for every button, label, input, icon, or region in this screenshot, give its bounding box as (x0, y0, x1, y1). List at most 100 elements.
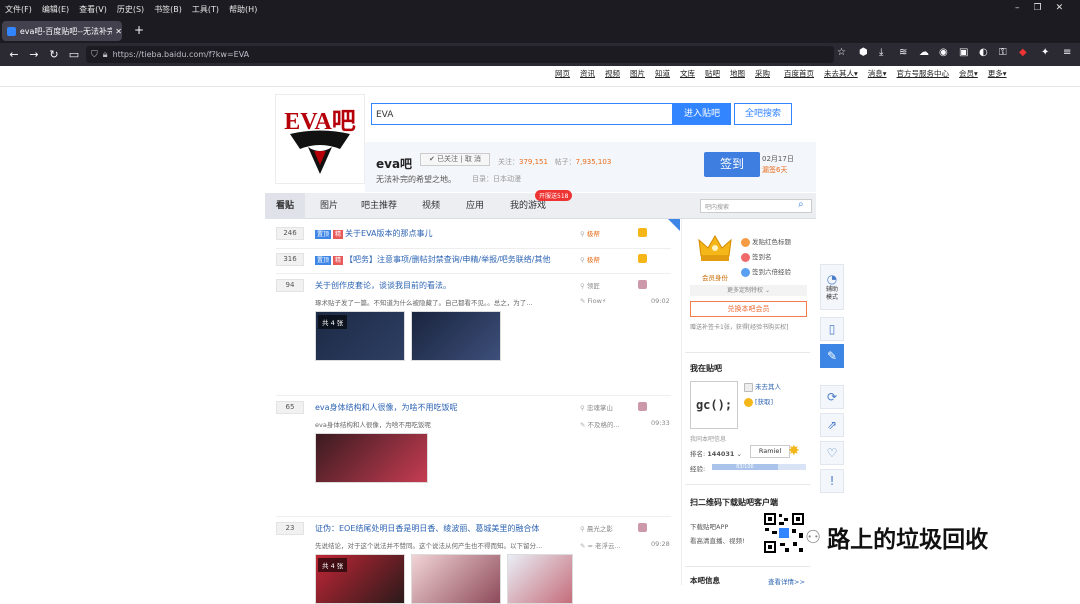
browser-tab[interactable]: eva吧-百度贴吧--无法补完 ✕ (2, 21, 122, 41)
author-name[interactable]: 领匠 (587, 282, 600, 290)
ext-a-icon[interactable]: ◉ (939, 47, 948, 58)
post-thumbnail[interactable] (411, 311, 501, 361)
extensions-icon[interactable]: ✦ (1041, 47, 1049, 58)
new-tab-button[interactable]: + (134, 23, 144, 37)
top-link[interactable]: 未去其人▾ (824, 68, 858, 82)
top-link[interactable]: 会员▾ (959, 68, 978, 82)
enter-bar-button[interactable]: 进入贴吧 (673, 103, 731, 125)
tab-video[interactable]: 视频 (411, 193, 451, 219)
redeem-vip-button[interactable]: 兑换本吧会员 (690, 301, 807, 317)
post-thumbnail[interactable] (507, 554, 573, 604)
maximize-button[interactable]: ❐ (1034, 3, 1042, 13)
ext-cloud-icon[interactable]: ☁ (919, 47, 929, 58)
top-link[interactable]: 贴吧 (705, 68, 720, 82)
post-thumbnail[interactable] (315, 433, 428, 483)
mobile-button[interactable]: ▯ (820, 317, 844, 341)
top-link[interactable]: 采购 (755, 68, 770, 82)
ext-wave-icon[interactable]: ≋ (899, 47, 907, 58)
url-bar[interactable]: ⛉ 🔒︎ https://tieba.baidu.com/f?kw=EVA (86, 46, 834, 63)
ext-red-icon[interactable]: ◆ (1019, 47, 1027, 58)
post-author[interactable]: ⚲ 极帮 (580, 228, 600, 238)
post-title[interactable]: 证伪：EOE结尾处明日香是明日香、绫波丽、葛城美里的融合体 (315, 523, 539, 534)
vip-label[interactable]: 会员身份 (702, 272, 728, 282)
post-thumbnail[interactable]: 共 4 张 (315, 554, 405, 604)
author-name[interactable]: 忠魂掌山 (587, 404, 613, 412)
bookmark-star-icon[interactable]: ☆ (837, 47, 846, 58)
report-button[interactable]: ! (820, 469, 844, 493)
reload-icon[interactable]: ↻ (44, 48, 64, 61)
post-title-text[interactable]: 关于创作皮套论，谈谈我目前的看法。 (315, 281, 451, 290)
post-title-text[interactable]: 关于EVA版本的那点事儿 (345, 229, 433, 238)
ext-c-icon[interactable]: ◐ (979, 47, 988, 58)
sign-streak[interactable]: 漏签6天 (762, 165, 794, 176)
post-title[interactable]: 置顶精关于EVA版本的那点事儿 (315, 228, 433, 239)
post-author[interactable]: ⚲ 领匠 (580, 280, 600, 290)
post-title[interactable]: eva身体结构和人很像，为啥不用吃饭呢 (315, 402, 458, 413)
sign-in-button[interactable]: 签到 (704, 152, 760, 177)
ext-key-icon[interactable]: ⚿ (999, 47, 1007, 58)
minimize-button[interactable]: – (1015, 3, 1020, 13)
user-name[interactable]: 未去其人 (744, 381, 781, 392)
search-all-button[interactable]: 全吧搜索 (734, 103, 792, 125)
menu-icon[interactable]: ≡ (1063, 47, 1071, 58)
qr-code-icon[interactable] (763, 512, 805, 554)
close-window-button[interactable]: ✕ (1056, 3, 1064, 13)
coin-item[interactable]: [获取] (744, 396, 773, 407)
post-author[interactable]: ⚲ 极帮 (580, 254, 600, 264)
user-avatar[interactable]: gc(); (690, 381, 738, 429)
dir-value[interactable]: 日本动漫 (493, 175, 521, 183)
last-reply-user[interactable]: = 老浮云... (588, 542, 621, 550)
refresh-button[interactable]: ⟳ (820, 385, 844, 409)
download-icon[interactable]: ⤓ (879, 47, 883, 58)
forum-logo[interactable]: EVA吧 (275, 94, 365, 184)
post-title-text[interactable]: 证伪：EOE结尾处明日香是明日香、绫波丽、葛城美里的融合体 (315, 524, 539, 533)
author-name[interactable]: 极帮 (587, 256, 600, 264)
menu-item[interactable]: 查看(V) (74, 4, 112, 15)
top-link[interactable]: 资讯 (580, 68, 595, 82)
back-icon[interactable]: ← (4, 48, 24, 61)
top-link[interactable]: 百度首页 (784, 68, 814, 82)
search-input[interactable]: EVA (371, 103, 673, 125)
assist-mode-button[interactable]: ◔ 辅助 模式 (820, 264, 844, 310)
post-thumbnail[interactable] (411, 554, 501, 604)
tab-images[interactable]: 图片 (309, 193, 349, 219)
share-button[interactable]: ⇗ (820, 413, 844, 437)
menu-item[interactable]: 文件(F) (0, 4, 37, 15)
top-link[interactable]: 官方号服务中心 (897, 68, 950, 82)
post-title-text[interactable]: 【吧务】注意事项/删帖封禁查询/申精/举报/吧务联络/其他 (345, 255, 550, 264)
tab-apps[interactable]: 应用 (455, 193, 495, 219)
top-link[interactable]: 知道 (655, 68, 670, 82)
post-author[interactable]: ⚲ 忠魂掌山 (580, 402, 613, 412)
more-privileges-link[interactable]: 更多定制特权 ⌄ (690, 285, 807, 296)
top-link[interactable]: 文库 (680, 68, 695, 82)
search-icon[interactable]: ⌕ (798, 199, 804, 210)
top-link[interactable]: 消息▾ (868, 68, 887, 82)
pages-icon[interactable]: ▭ (64, 48, 84, 61)
top-link[interactable]: 网页 (555, 68, 570, 82)
new-post-button[interactable]: ✎ (820, 344, 844, 368)
menu-item[interactable]: 历史(S) (112, 4, 149, 15)
post-title[interactable]: 置顶精【吧务】注意事项/删帖封禁查询/申精/举报/吧务联络/其他 (315, 254, 551, 265)
post-thumbnail[interactable]: 共 4 张 (315, 311, 405, 361)
menu-item[interactable]: 书签(B) (149, 4, 187, 15)
author-name[interactable]: 晨光之影 (587, 525, 613, 533)
ublock-icon[interactable]: ⬢ (859, 47, 868, 58)
rank-dropdown-icon[interactable]: ⌄ (737, 450, 742, 458)
last-reply[interactable]: ✎ = 老浮云... (580, 540, 621, 550)
favorite-button[interactable]: ♡ (820, 441, 844, 465)
last-reply-user[interactable]: 不及格的... (588, 421, 620, 429)
follow-button[interactable]: ✔ 已关注 | 取 消 (420, 153, 490, 166)
menu-item[interactable]: 编辑(E) (37, 4, 74, 15)
author-name[interactable]: 极帮 (587, 230, 600, 238)
tab-recommended[interactable]: 吧主推荐 (353, 193, 405, 219)
post-title-text[interactable]: eva身体结构和人很像，为啥不用吃饭呢 (315, 403, 458, 412)
post-author[interactable]: ⚲ 晨光之影 (580, 523, 613, 533)
forward-icon[interactable]: → (24, 48, 44, 61)
bar-search-input[interactable]: 吧内搜索 (700, 199, 812, 213)
top-link[interactable]: 视频 (605, 68, 620, 82)
top-link[interactable]: 图片 (630, 68, 645, 82)
ext-save-icon[interactable]: ▣ (959, 47, 968, 58)
top-link[interactable]: 更多▾ (988, 68, 1007, 82)
top-link[interactable]: 地图 (730, 68, 745, 82)
tab-close-icon[interactable]: ✕ (115, 27, 122, 36)
